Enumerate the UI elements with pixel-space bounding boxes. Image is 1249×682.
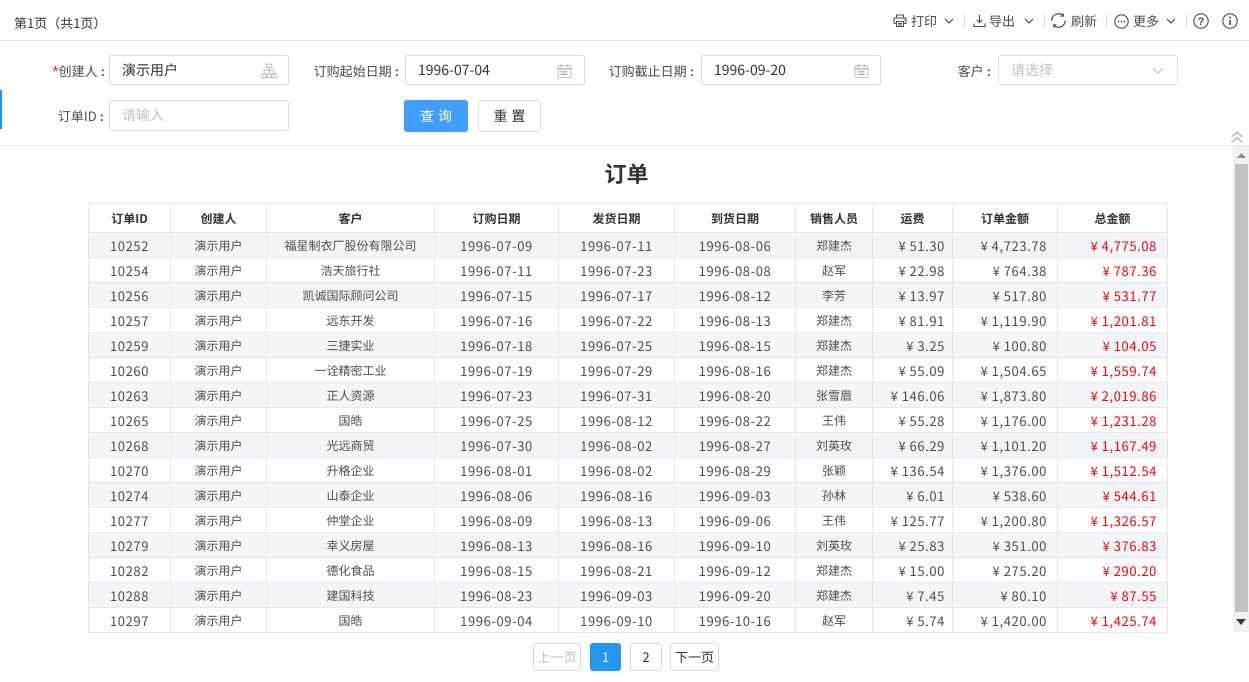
- svg-text:?: ?: [1198, 16, 1205, 28]
